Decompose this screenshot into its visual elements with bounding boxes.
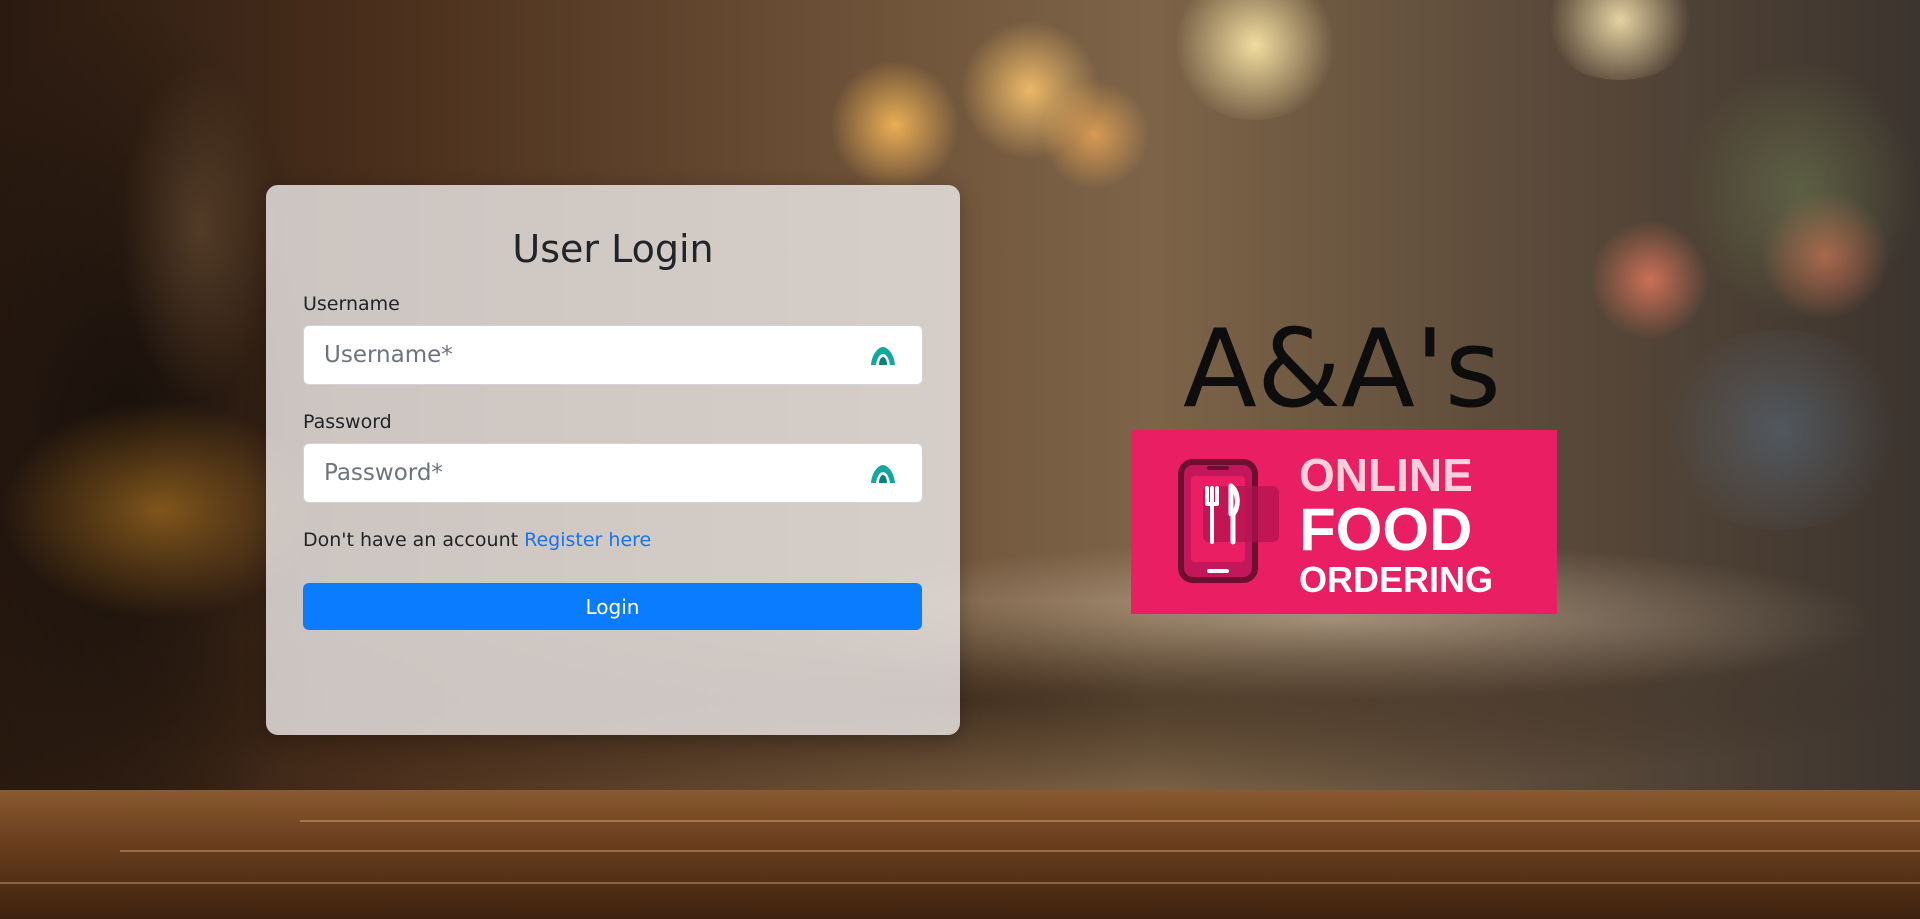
register-link[interactable]: Register here [524, 529, 651, 551]
wooden-table [0, 790, 1920, 919]
password-input[interactable] [304, 444, 824, 502]
logo-text: ONLINE FOOD ORDERING [1299, 452, 1493, 598]
logo-line-online: ONLINE [1299, 449, 1473, 501]
username-label: Username [303, 293, 400, 315]
username-input[interactable] [304, 326, 824, 384]
password-manager-icon[interactable] [870, 346, 896, 366]
username-field-wrapper [303, 325, 923, 385]
password-label: Password [303, 411, 392, 433]
login-card: User Login Username Password Don't have … [266, 185, 960, 735]
phone-fork-knife-icon [1178, 459, 1279, 583]
logo-line-ordering: ORDERING [1299, 559, 1494, 600]
online-food-ordering-logo: ONLINE FOOD ORDERING [1131, 430, 1557, 614]
register-row: Don't have an account Register here [303, 527, 923, 553]
register-prompt: Don't have an account [303, 529, 519, 551]
login-button[interactable]: Login [303, 583, 922, 630]
password-field-wrapper [303, 443, 923, 503]
page-title: User Login [512, 227, 714, 271]
logo-line-food: FOOD [1299, 496, 1473, 563]
brand-name: A&A's [1183, 307, 1501, 432]
password-manager-icon[interactable] [870, 464, 896, 484]
